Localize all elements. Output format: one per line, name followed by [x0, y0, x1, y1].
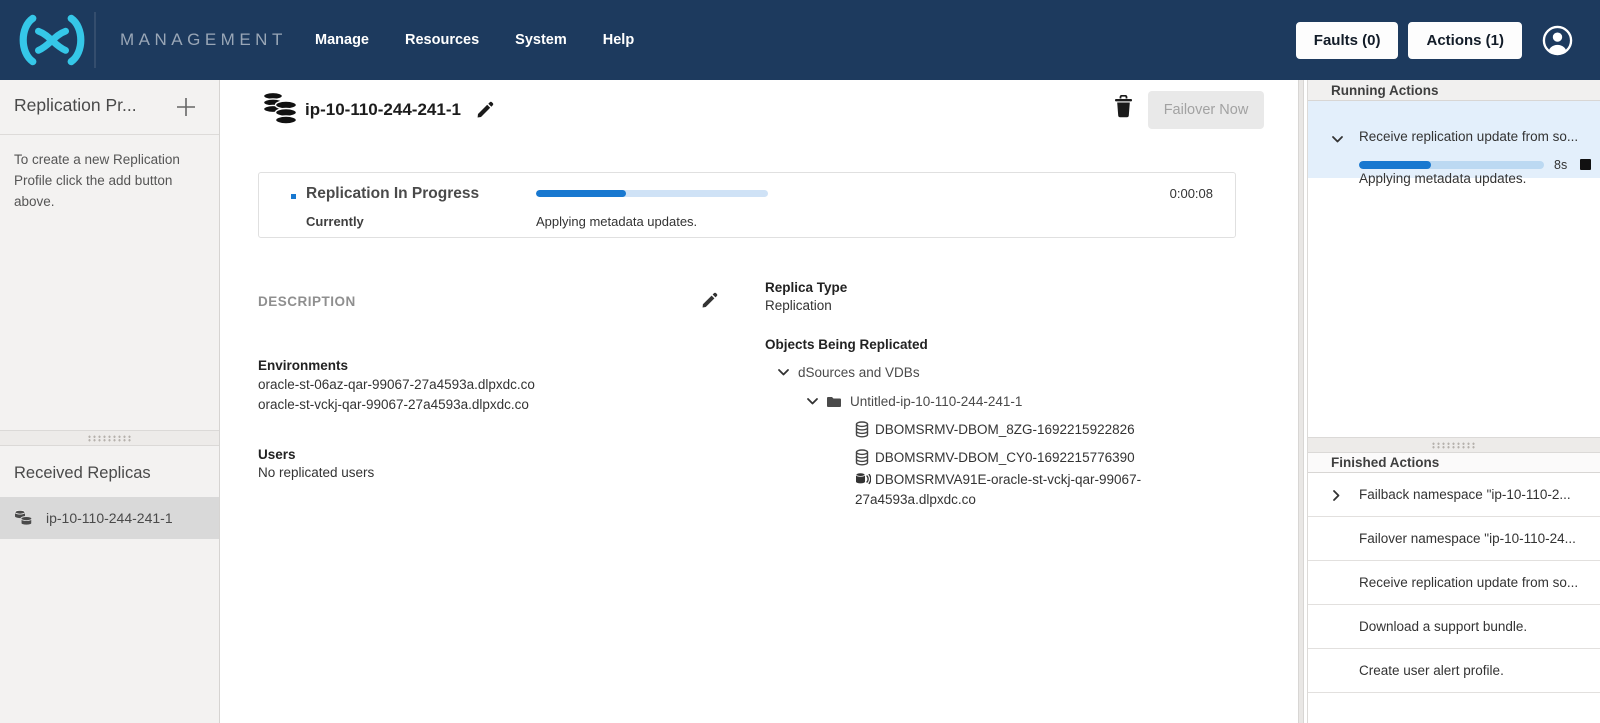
replication-progress-bar	[536, 190, 768, 197]
tree-node-group[interactable]: Untitled-ip-10-110-244-241-1	[806, 394, 1022, 409]
panel-divider[interactable]	[1298, 80, 1304, 723]
running-action-item[interactable]: Receive replication update from so... 8s…	[1308, 101, 1600, 178]
tree-leaf-dsource[interactable]: DBOMSRMV-DBOM_8ZG-1692215922826	[855, 421, 1135, 438]
chevron-down-icon[interactable]	[1331, 134, 1344, 145]
edit-description-pencil-icon[interactable]	[702, 292, 718, 308]
tree-leaf-label: DBOMSRMV-DBOM_8ZG-1692215922826	[875, 422, 1135, 437]
stop-action-icon[interactable]	[1580, 159, 1591, 170]
vdb-icon	[855, 472, 871, 486]
environments-label: Environments	[258, 358, 348, 373]
finished-action-label: Failback namespace "ip-10-110-2...	[1359, 487, 1571, 502]
faults-button[interactable]: Faults (0)	[1296, 22, 1399, 59]
menu-system[interactable]: System	[515, 32, 567, 48]
top-navbar: MANAGEMENT Manage Resources System Help …	[0, 0, 1600, 80]
objects-being-replicated-label: Objects Being Replicated	[765, 337, 928, 352]
delphix-logo-icon[interactable]	[12, 14, 92, 66]
folder-icon	[827, 396, 842, 408]
finished-action-label: Receive replication update from so...	[1359, 575, 1578, 590]
edit-title-pencil-icon[interactable]	[477, 101, 494, 118]
received-replicas-title: Received Replicas	[14, 464, 151, 483]
currently-label: Currently	[306, 214, 364, 229]
progress-fill	[1359, 161, 1431, 169]
finished-action-label: Failover namespace "ip-10-110-24...	[1359, 531, 1576, 546]
tree-leaf-label: DBOMSRMV-DBOM_CY0-1692215776390	[875, 450, 1135, 465]
database-icon	[855, 449, 869, 466]
database-icon	[855, 421, 869, 438]
navbar-right: Faults (0) Actions (1)	[1296, 0, 1574, 80]
replica-database-stack-icon	[262, 91, 298, 129]
finished-action-label: Create user alert profile.	[1359, 663, 1504, 678]
running-action-label: Receive replication update from so...	[1359, 129, 1578, 144]
tree-node-dsources[interactable]: dSources and VDBs	[777, 365, 920, 380]
menu-help[interactable]: Help	[603, 32, 634, 48]
users-label: Users	[258, 447, 296, 462]
finished-action-row[interactable]: Failback namespace "ip-10-110-2...	[1308, 473, 1600, 517]
description-label: DESCRIPTION	[258, 294, 356, 309]
sidebar-title: Replication Pr...	[14, 95, 137, 116]
replica-item-label: ip-10-110-244-241-1	[46, 510, 173, 526]
finished-action-row[interactable]: Receive replication update from so...	[1308, 561, 1600, 605]
replication-progress-card: Replication In Progress 0:00:08 Currentl…	[258, 172, 1236, 238]
finished-action-label: Download a support bundle.	[1359, 619, 1527, 634]
brand-divider	[94, 12, 96, 68]
failover-now-button[interactable]: Failover Now	[1148, 91, 1264, 129]
elapsed-time: 0:00:08	[1170, 186, 1213, 201]
menu-manage[interactable]: Manage	[315, 32, 369, 48]
delete-trash-icon[interactable]	[1114, 95, 1133, 118]
splitter-grip	[87, 435, 133, 442]
progress-fill	[536, 190, 626, 197]
users-value: No replicated users	[258, 465, 374, 480]
environment-host: oracle-st-06az-qar-99067-27a4593a.dlpxdc…	[258, 377, 535, 392]
tree-node-label: Untitled-ip-10-110-244-241-1	[850, 394, 1022, 409]
replica-type-value: Replication	[765, 298, 832, 313]
running-action-status: Applying metadata updates.	[1359, 171, 1526, 186]
tree-leaf-label: DBOMSRMVA91E-oracle-st-vckj-qar-99067-27…	[855, 472, 1141, 507]
replication-sidebar: Replication Pr... To create a new Replic…	[0, 80, 220, 723]
actions-splitter[interactable]	[1308, 437, 1600, 453]
progress-title: Replication In Progress	[306, 185, 479, 203]
chevron-down-icon[interactable]	[806, 396, 819, 407]
chevron-down-icon[interactable]	[777, 367, 790, 378]
sidebar-splitter[interactable]	[0, 430, 219, 446]
running-actions-header: Running Actions	[1308, 80, 1600, 101]
sidebar-header: Replication Pr...	[0, 80, 219, 135]
tree-leaf-vdb[interactable]: DBOMSRMVA91E-oracle-st-vckj-qar-99067-27…	[855, 470, 1155, 509]
replica-type-label: Replica Type	[765, 280, 847, 295]
tree-leaf-dsource[interactable]: DBOMSRMV-DBOM_CY0-1692215776390	[855, 449, 1135, 466]
app-window: MANAGEMENT Manage Resources System Help …	[0, 0, 1600, 723]
finished-action-row[interactable]: Create user alert profile.	[1308, 649, 1600, 693]
main-menu: Manage Resources System Help	[315, 0, 634, 80]
add-profile-icon[interactable]	[175, 96, 197, 118]
running-action-elapsed: 8s	[1554, 158, 1567, 172]
main-content: ip-10-110-244-241-1 Failover Now Replica…	[221, 80, 1296, 723]
chevron-right-icon[interactable]	[1331, 489, 1342, 502]
page-title: ip-10-110-244-241-1	[305, 100, 461, 120]
splitter-grip	[1431, 442, 1477, 449]
tree-node-label: dSources and VDBs	[798, 365, 920, 380]
sidebar-item-replica[interactable]: ip-10-110-244-241-1	[0, 497, 219, 539]
finished-action-row[interactable]: Failover namespace "ip-10-110-24...	[1308, 517, 1600, 561]
brand-title: MANAGEMENT	[120, 0, 287, 80]
replica-icon	[14, 510, 33, 527]
actions-button[interactable]: Actions (1)	[1408, 22, 1522, 59]
running-action-progress-bar	[1359, 161, 1544, 169]
user-avatar-icon[interactable]	[1541, 24, 1574, 57]
finished-actions-header: Finished Actions	[1308, 453, 1600, 473]
progress-status-text: Applying metadata updates.	[536, 214, 697, 229]
finished-action-row[interactable]: Download a support bundle.	[1308, 605, 1600, 649]
sidebar-help-text: To create a new Replication Profile clic…	[14, 150, 206, 213]
actions-panel: Running Actions Receive replication upda…	[1307, 80, 1600, 723]
status-bullet	[291, 194, 296, 199]
environment-host: oracle-st-vckj-qar-99067-27a4593a.dlpxdc…	[258, 397, 529, 412]
finished-actions-list: Failback namespace "ip-10-110-2... Failo…	[1308, 473, 1600, 693]
menu-resources[interactable]: Resources	[405, 32, 479, 48]
